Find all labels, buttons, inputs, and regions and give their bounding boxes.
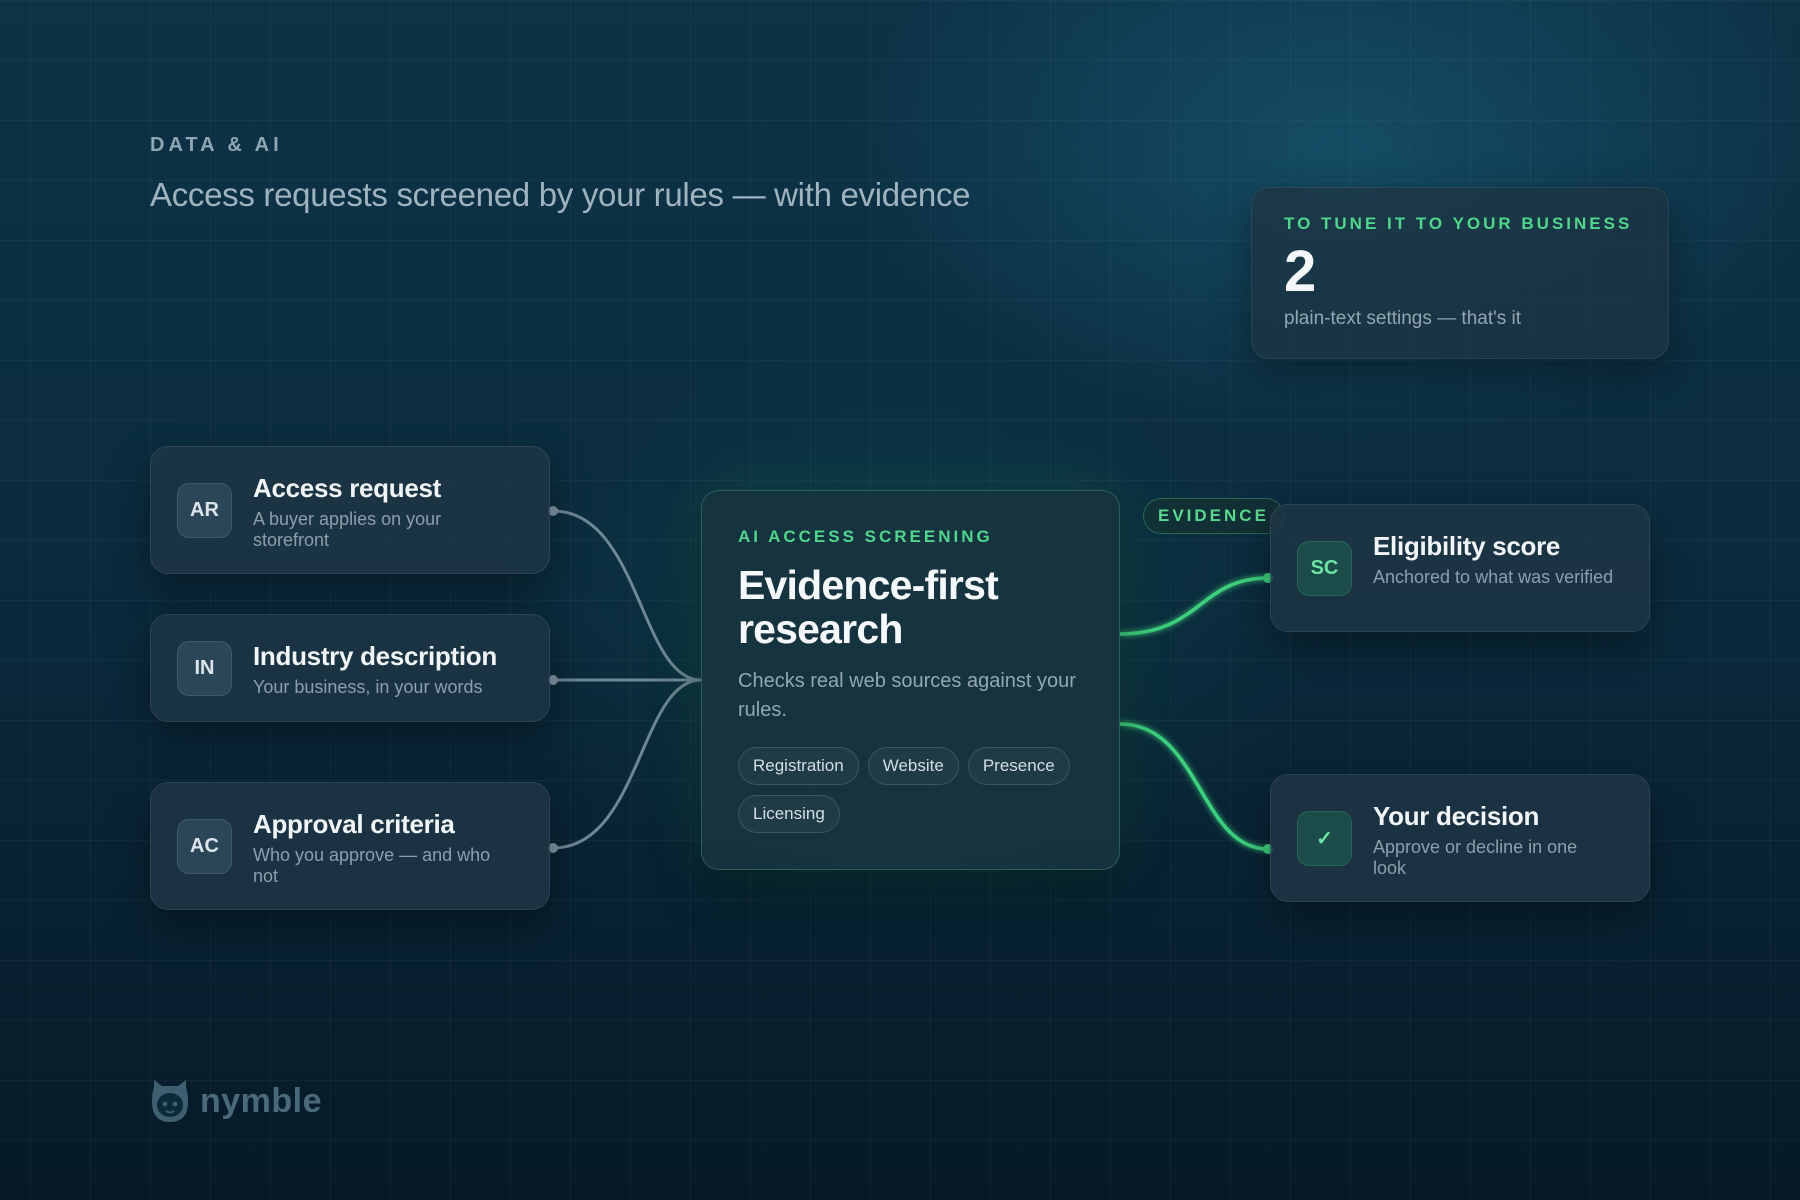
approval-criteria-badge: AC <box>177 819 232 874</box>
chip-presence: Presence <box>967 747 1070 785</box>
input-node-access-request: AR Access request A buyer applies on you… <box>150 446 550 574</box>
source-chips: Registration Website Presence Licensing <box>738 747 1083 833</box>
approval-criteria-subtitle: Who you approve — and who not <box>253 845 491 886</box>
your-decision-subtitle: Approve or decline in one look <box>1373 837 1578 878</box>
chip-website: Website <box>867 747 959 785</box>
output-node-your-decision: ✓ Your decision Approve or decline in on… <box>1270 774 1650 902</box>
ai-screening-card: AI ACCESS SCREENING Evidence-first resea… <box>701 490 1120 870</box>
access-request-title: Access request <box>253 473 442 503</box>
access-request-badge: AR <box>177 483 232 538</box>
brand-logo: nymble <box>150 1078 322 1124</box>
approval-criteria-title: Approval criteria <box>253 809 455 839</box>
link-eligibility-score <box>1119 576 1269 636</box>
input-node-approval-criteria: AC Approval criteria Who you approve — a… <box>150 782 550 910</box>
link-approval-criteria <box>552 678 702 850</box>
eligibility-score-title: Eligibility score <box>1373 531 1561 561</box>
ai-screening-description: Checks real web sources against your rul… <box>738 670 1076 721</box>
industry-description-badge: IN <box>177 641 232 696</box>
industry-description-subtitle: Your business, in your words <box>253 677 483 697</box>
check-icon: ✓ <box>1297 811 1352 866</box>
industry-description-title: Industry description <box>253 641 497 671</box>
output-node-eligibility-score: SC Eligibility score Anchored to what wa… <box>1270 504 1650 632</box>
eligibility-score-badge: SC <box>1297 541 1352 596</box>
evidence-tag: EVIDENCE <box>1143 498 1284 534</box>
ai-screening-kicker: AI ACCESS SCREENING <box>738 527 993 546</box>
input-node-industry-description: IN Industry description Your business, i… <box>150 614 550 722</box>
brand-wordmark: nymble <box>200 1081 323 1120</box>
chip-registration: Registration <box>738 747 859 785</box>
eligibility-score-subtitle: Anchored to what was verified <box>1373 567 1614 587</box>
link-access-request <box>552 509 702 682</box>
brand-mascot-icon <box>152 1080 188 1122</box>
your-decision-title: Your decision <box>1373 801 1540 831</box>
access-request-subtitle: A buyer applies on your storefront <box>253 509 442 550</box>
chip-licensing: Licensing <box>738 795 840 833</box>
link-your-decision <box>1119 722 1269 851</box>
ai-screening-title: Evidence-first research <box>738 562 999 652</box>
